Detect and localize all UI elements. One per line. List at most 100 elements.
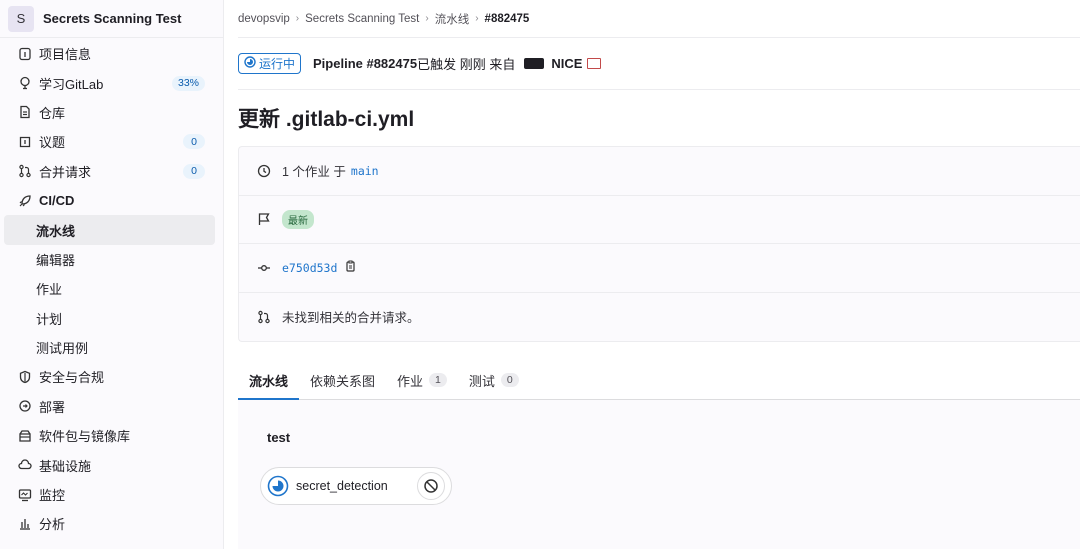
sidebar-item-label: 议题 (39, 135, 66, 151)
tab-label: 测试 (468, 373, 495, 389)
sidebar-item-label: 基础设施 (39, 458, 92, 474)
stage-name: test (267, 430, 291, 445)
merge-request-icon (257, 310, 273, 324)
tab-jobs[interactable]: 作业 1 (386, 361, 458, 399)
status-badge[interactable]: 运行中 (238, 53, 302, 74)
sidebar-item-pipelines[interactable]: 流水线 (4, 215, 215, 245)
cancel-job-button[interactable] (417, 472, 445, 500)
book-icon (587, 58, 602, 69)
progress-badge: 33% (171, 75, 205, 91)
sidebar-item-jobs[interactable]: 作业 (4, 274, 215, 303)
sidebar-item-deployments[interactable]: 部署 (4, 392, 215, 421)
bulb-icon (17, 75, 33, 91)
tab-pipeline[interactable]: 流水线 (238, 361, 300, 400)
sidebar-item-label: 流水线 (36, 223, 76, 239)
main-content: devopsvip › Secrets Scanning Test › 流水线 … (238, 0, 1080, 549)
user-name[interactable]: NICE (551, 56, 582, 71)
pipeline-graph: test secret_detection (238, 400, 1080, 549)
package-icon (17, 428, 33, 444)
sidebar-item-label: 合并请求 (39, 164, 92, 180)
status-text: 运行中 (259, 57, 296, 71)
sidebar-item-label: 计划 (36, 311, 63, 327)
tab-count: 1 (429, 373, 447, 387)
sidebar-item-label: 作业 (36, 282, 63, 298)
sidebar-item-label: 分析 (39, 517, 66, 533)
project-header[interactable]: S Secrets Scanning Test (0, 0, 223, 38)
chart-icon (17, 516, 33, 532)
copy-icon[interactable] (344, 260, 357, 276)
jobs-row: 1 个作业 于 main (239, 147, 1080, 196)
sidebar-item-editor[interactable]: 编辑器 (4, 245, 215, 274)
breadcrumb-link[interactable]: devopsvip (238, 13, 290, 25)
breadcrumb: devopsvip › Secrets Scanning Test › 流水线 … (238, 0, 1080, 38)
breadcrumb-current[interactable]: #882475 (485, 13, 530, 25)
issues-icon (17, 134, 33, 150)
rocket-icon (17, 193, 33, 209)
tab-label: 流水线 (249, 373, 289, 389)
tab-count: 0 (500, 373, 519, 387)
chevron-right-icon: › (475, 13, 479, 24)
count-badge: 0 (183, 134, 205, 150)
tab-label: 依赖关系图 (310, 373, 376, 389)
merge-request-text: 未找到相关的合并请求。 (282, 311, 420, 326)
chevron-right-icon: › (295, 13, 300, 24)
sidebar-item-learn-gitlab[interactable]: 学习GitLab 33% (4, 68, 215, 97)
sidebar-item-schedules[interactable]: 计划 (4, 304, 215, 333)
cancel-icon (424, 479, 438, 493)
sidebar-item-label: 安全与合规 (39, 370, 105, 386)
badges-row: 最新 (239, 196, 1080, 244)
flag-icon (257, 212, 273, 226)
job-pill[interactable]: secret_detection (260, 467, 452, 505)
sidebar-item-label: 编辑器 (36, 252, 76, 268)
chevron-right-icon: › (425, 13, 429, 24)
tab-dag[interactable]: 依赖关系图 (299, 361, 386, 399)
tab-label: 作业 (397, 373, 424, 389)
sidebar-item-security[interactable]: 安全与合规 (4, 362, 215, 391)
user-avatar-icon[interactable] (524, 58, 545, 69)
sidebar-item-label: CI/CD (39, 193, 75, 209)
sidebar-item-label: 监控 (39, 488, 66, 504)
sidebar-item-test-cases[interactable]: 测试用例 (4, 333, 215, 362)
job-name: secret_detection (296, 479, 388, 493)
sidebar-item-label: 项目信息 (39, 47, 92, 63)
sidebar-item-repository[interactable]: 仓库 (4, 98, 215, 127)
sidebar-item-analytics[interactable]: 分析 (4, 509, 215, 538)
running-icon (267, 475, 289, 497)
project-name[interactable]: Secrets Scanning Test (43, 11, 181, 26)
deploy-icon (17, 398, 33, 414)
count-badge: 0 (183, 163, 205, 179)
branch-link[interactable]: main (351, 164, 379, 178)
pipeline-id: Pipeline #882475 (313, 56, 418, 71)
sidebar-item-label: 部署 (39, 399, 66, 415)
sidebar-item-label: 软件包与镜像库 (39, 429, 131, 445)
merge-request-icon (17, 163, 33, 179)
sidebar-item-merge-requests[interactable]: 合并请求 0 (4, 157, 215, 186)
tab-tests[interactable]: 测试 0 (458, 361, 530, 399)
sidebar-item-label: 学习GitLab (39, 76, 104, 92)
pipeline-header: 运行中 Pipeline #882475 已触发 刚刚 来自 NICE (238, 38, 1080, 90)
clock-icon (257, 164, 273, 178)
sidebar-item-monitor[interactable]: 监控 (4, 480, 215, 509)
commit-icon (257, 261, 273, 275)
page-title: 更新 .gitlab-ci.yml (238, 108, 415, 131)
shield-icon (17, 369, 33, 385)
breadcrumb-link[interactable]: 流水线 (435, 11, 470, 27)
doc-icon (17, 104, 33, 120)
project-avatar: S (8, 5, 34, 32)
pipeline-trigger-text: 已触发 刚刚 来自 (417, 57, 516, 72)
pipeline-info-box: 1 个作业 于 main 最新 e750d53d 未找到相关的合并请求。 (238, 146, 1080, 342)
commit-sha-link[interactable]: e750d53d (282, 261, 337, 275)
breadcrumb-link[interactable]: Secrets Scanning Test (305, 13, 419, 25)
pipeline-tabs: 流水线 依赖关系图 作业 1 测试 0 (238, 362, 1080, 400)
sidebar-item-infrastructure[interactable]: 基础设施 (4, 450, 215, 479)
sidebar-item-project-info[interactable]: 项目信息 (4, 39, 215, 68)
sidebar-item-issues[interactable]: 议题 0 (4, 127, 215, 156)
sidebar-item-packages[interactable]: 软件包与镜像库 (4, 421, 215, 450)
latest-badge: 最新 (282, 209, 314, 229)
sidebar-item-cicd[interactable]: CI/CD (4, 186, 215, 215)
sidebar: S Secrets Scanning Test 项目信息 学习GitLab 33… (0, 0, 224, 549)
running-icon (244, 56, 256, 71)
merge-request-row: 未找到相关的合并请求。 (239, 293, 1080, 342)
jobs-text: 1 个作业 于 (282, 165, 346, 180)
sidebar-item-label: 仓库 (39, 105, 66, 121)
